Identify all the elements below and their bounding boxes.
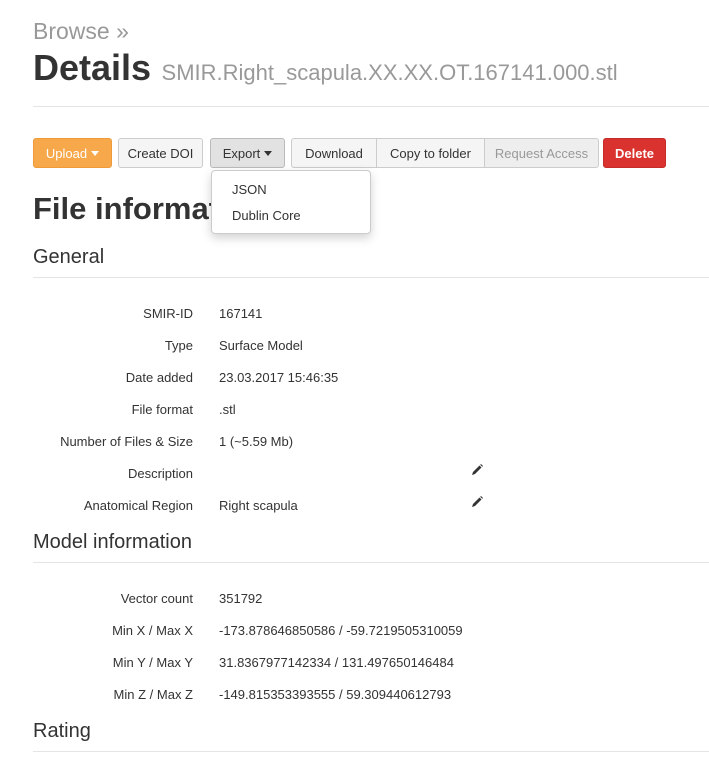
download-button[interactable]: Download [291, 138, 377, 168]
info-row: Anatomical Region Right scapula [33, 495, 709, 518]
row-value: 167141 [219, 306, 263, 321]
info-row: SMIR-ID 167141 [33, 306, 709, 326]
chevron-down-icon [264, 150, 273, 156]
row-label: Min Z / Max Z [113, 687, 193, 702]
export-menu-item-json[interactable]: JSON [232, 182, 267, 197]
edit-anatomical-region-pencil-icon[interactable] [470, 495, 484, 509]
row-label: Anatomical Region [83, 498, 193, 513]
upload-button[interactable]: Upload [33, 138, 112, 168]
row-value: 1 (~5.59 Mb) [219, 434, 294, 449]
row-label: File format [131, 402, 193, 417]
row-value: -173.878646850586 / -59.7219505310059 [219, 623, 463, 638]
export-menu-item-dublin-core[interactable]: Dublin Core [232, 208, 301, 223]
row-value: 31.8367977142334 / 131.497650146484 [219, 655, 454, 670]
breadcrumb-browse[interactable]: Browse » [33, 18, 129, 45]
create-doi-button[interactable]: Create DOI [118, 138, 203, 168]
row-label: SMIR-ID [143, 306, 193, 321]
info-row: Vector count 351792 [33, 591, 709, 611]
info-row: Description [33, 463, 709, 486]
rating-heading: Rating [33, 720, 91, 742]
copy-to-folder-button[interactable]: Copy to folder [376, 138, 485, 168]
export-button[interactable]: Export [210, 138, 285, 168]
info-row: Date added 23.03.2017 15:46:35 [33, 370, 709, 390]
info-row: Min Y / Max Y 31.8367977142334 / 131.497… [33, 655, 709, 675]
delete-label: Delete [614, 145, 655, 161]
row-value: Right scapula [219, 498, 298, 513]
model-information-heading: Model information [33, 531, 192, 553]
row-label: Number of Files & Size [60, 434, 193, 449]
row-value: -149.815353393555 / 59.309440612793 [219, 687, 452, 702]
download-label: Download [305, 145, 363, 161]
chevron-down-icon [91, 150, 100, 156]
row-value: .stl [219, 402, 236, 417]
export-label: Export [222, 145, 261, 161]
info-row: Type Surface Model [33, 338, 709, 358]
divider [33, 277, 709, 278]
divider [33, 562, 709, 563]
row-value: Surface Model [219, 338, 303, 353]
row-label: Min X / Max X [112, 623, 193, 638]
upload-label: Upload [45, 145, 88, 161]
general-heading: General [33, 246, 105, 268]
info-row: Min Z / Max Z -149.815353393555 / 59.309… [33, 687, 709, 707]
row-label: Description [127, 466, 193, 481]
divider [33, 106, 709, 107]
info-row: Number of Files & Size 1 (~5.59 Mb) [33, 434, 709, 454]
export-dropdown-menu: JSON Dublin Core [211, 170, 371, 234]
copy-to-folder-label: Copy to folder [390, 145, 471, 161]
row-label: Date added [125, 370, 193, 385]
divider [33, 751, 709, 752]
row-label: Vector count [120, 591, 193, 606]
info-row: Min X / Max X -173.878646850586 / -59.72… [33, 623, 709, 643]
info-row: File format .stl [33, 402, 709, 422]
page-title: Details SMIR.Right_scapula.XX.XX.OT.1671… [33, 47, 618, 89]
delete-button[interactable]: Delete [603, 138, 666, 168]
title-filename: SMIR.Right_scapula.XX.XX.OT.167141.000.s… [161, 60, 618, 85]
title-details: Details [33, 47, 152, 88]
request-access-label: Request Access [494, 145, 589, 161]
row-label: Min Y / Max Y [112, 655, 193, 670]
row-label: Type [164, 338, 193, 353]
row-value: 23.03.2017 15:46:35 [219, 370, 339, 385]
row-value: 351792 [219, 591, 263, 606]
edit-description-pencil-icon[interactable] [470, 463, 484, 477]
create-doi-label: Create DOI [127, 145, 194, 161]
request-access-button[interactable]: Request Access [484, 138, 599, 168]
